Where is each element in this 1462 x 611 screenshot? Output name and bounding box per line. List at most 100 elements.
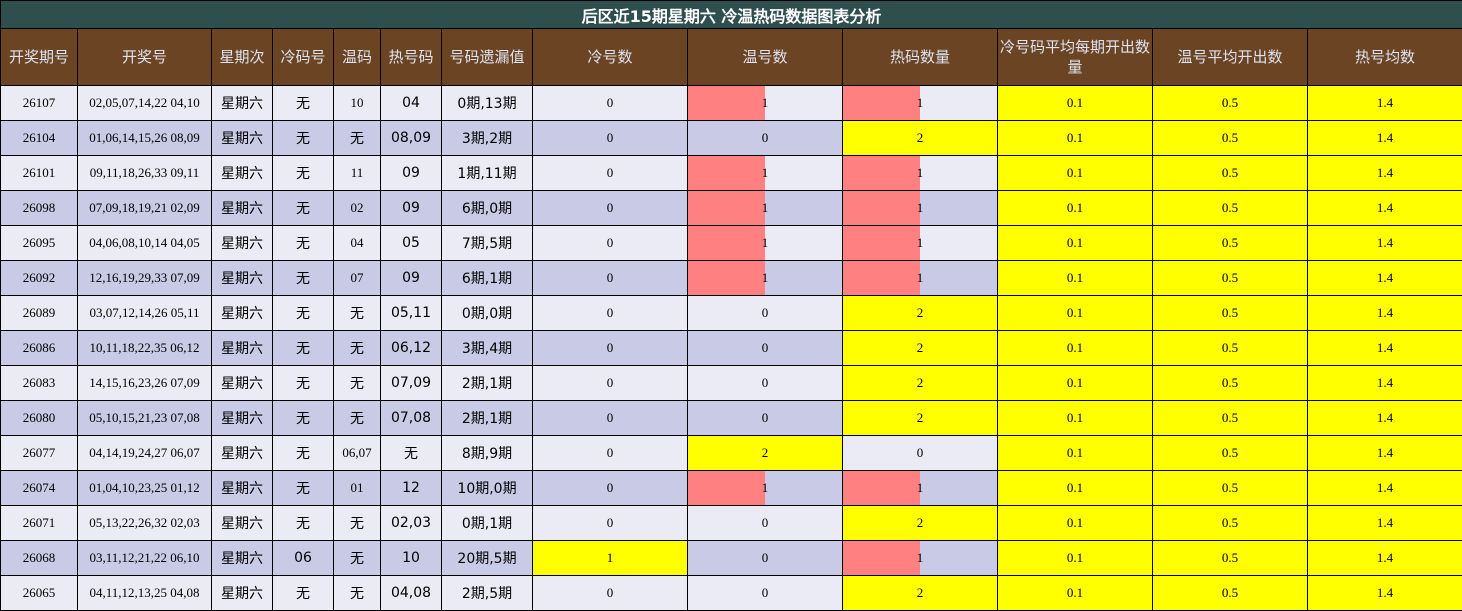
cell-issue: 26083 [0, 365, 78, 401]
cell-weekday: 星期六 [211, 190, 273, 226]
cell-warm-avg: 0.5 [1152, 505, 1308, 541]
cell-hot-count: 1 [842, 190, 998, 226]
cell-numbers: 14,15,16,23,26 07,09 [77, 365, 212, 401]
column-header: 热号均数 [1306, 28, 1462, 86]
cell-numbers: 03,07,12,14,26 05,11 [77, 295, 212, 331]
cell-cold-avg: 0.1 [997, 540, 1153, 576]
cell-omission: 3期,2期 [441, 120, 533, 156]
cell-numbers: 09,11,18,26,33 09,11 [77, 155, 212, 191]
cell-cold: 无 [272, 295, 334, 331]
cell-issue: 26065 [0, 575, 78, 611]
cell-cold: 无 [272, 120, 334, 156]
cell-cold: 无 [272, 400, 334, 436]
table-row: 26086 10,11,18,22,35 06,12 星期六无无 06,12 3期,4期… [0, 330, 1462, 366]
count-value: 1 [916, 200, 924, 215]
cell-warm-avg: 0.5 [1152, 540, 1308, 576]
cell-numbers: 04,11,12,13,25 04,08 [77, 575, 212, 611]
cell-hot-avg: 1.4 [1306, 470, 1462, 506]
column-header: 冷码号 [272, 28, 334, 86]
cell-hot: 06,12 [380, 330, 442, 366]
cell-hot-avg: 1.4 [1306, 155, 1462, 191]
cell-cold-avg: 0.1 [997, 470, 1153, 506]
table-row: 26074 01,04,10,23,25 01,12 星期六无 01 12 10期,0期 0… [0, 470, 1462, 506]
cell-cold-count: 0 [532, 295, 688, 331]
cell-hot: 无 [380, 435, 442, 471]
table-row: 26098 07,09,18,19,21 02,09 星期六无 02 09 6期,0期 0 1… [0, 190, 1462, 226]
cell-weekday: 星期六 [211, 575, 273, 611]
cell-cold-count: 0 [532, 155, 688, 191]
header-row: 开奖期号 开奖号 星期次 冷码号 温码 热号码 号码遗漏值 冷号数 温号数 热码数量 冷号码平均每期… [0, 28, 1462, 86]
cell-cold-avg: 0.1 [997, 365, 1153, 401]
cell-cold-count: 0 [532, 260, 688, 296]
cell-cold-count: 0 [532, 470, 688, 506]
cell-hot-count: 2 [842, 575, 998, 611]
column-header: 开奖期号 [0, 28, 78, 86]
count-value: 1 [916, 550, 924, 565]
cell-cold-avg: 0.1 [997, 225, 1153, 261]
cell-issue: 26089 [0, 295, 78, 331]
cell-weekday: 星期六 [211, 330, 273, 366]
table-row: 26065 04,11,12,13,25 04,08 星期六无无 04,08 2期,5期… [0, 575, 1462, 611]
cell-omission: 6期,1期 [441, 260, 533, 296]
cell-warm-count: 1 [687, 225, 843, 261]
cell-warm: 无 [333, 295, 381, 331]
cell-hot: 12 [380, 470, 442, 506]
cell-hot-count: 1 [842, 260, 998, 296]
cell-weekday: 星期六 [211, 225, 273, 261]
column-header: 热码数量 [842, 28, 998, 86]
cell-hot-count: 2 [842, 295, 998, 331]
cell-hot: 10 [380, 540, 442, 576]
cell-hot-avg: 1.4 [1306, 260, 1462, 296]
cell-numbers: 05,13,22,26,32 02,03 [77, 505, 212, 541]
cell-hot-avg: 1.4 [1306, 540, 1462, 576]
count-value: 1 [761, 165, 769, 180]
cell-issue: 26107 [0, 85, 78, 121]
cell-cold-avg: 0.1 [997, 190, 1153, 226]
cell-cold: 无 [272, 575, 334, 611]
cell-cold: 无 [272, 470, 334, 506]
column-header: 冷号数 [532, 28, 688, 86]
cell-cold: 无 [272, 225, 334, 261]
cell-hot-count: 2 [842, 120, 998, 156]
cell-weekday: 星期六 [211, 260, 273, 296]
table-row: 26068 03,11,12,21,22 06,10 星期六 06 无 10 20期,5期 1… [0, 540, 1462, 576]
cell-hot-count: 2 [842, 505, 998, 541]
cell-omission: 2期,5期 [441, 575, 533, 611]
cell-hot-avg: 1.4 [1306, 225, 1462, 261]
cell-warm-count: 1 [687, 260, 843, 296]
cell-cold: 无 [272, 435, 334, 471]
count-value: 1 [916, 235, 924, 250]
cell-warm: 06,07 [333, 435, 381, 471]
cell-cold-avg: 0.1 [997, 85, 1153, 121]
cell-weekday: 星期六 [211, 365, 273, 401]
cell-cold-count: 0 [532, 505, 688, 541]
count-bar [843, 471, 920, 505]
cell-numbers: 12,16,19,29,33 07,09 [77, 260, 212, 296]
cell-issue: 26092 [0, 260, 78, 296]
cell-omission: 1期,11期 [441, 155, 533, 191]
cell-warm: 无 [333, 540, 381, 576]
cell-warm-count: 2 [687, 435, 843, 471]
cell-warm-avg: 0.5 [1152, 155, 1308, 191]
cell-omission: 10期,0期 [441, 470, 533, 506]
count-value: 1 [761, 200, 769, 215]
cell-issue: 26098 [0, 190, 78, 226]
table-row: 26104 01,06,14,15,26 08,09 星期六无无 08,09 3期,2期… [0, 120, 1462, 156]
cell-weekday: 星期六 [211, 470, 273, 506]
cell-weekday: 星期六 [211, 400, 273, 436]
cell-hot-count: 1 [842, 225, 998, 261]
cell-hot-count: 1 [842, 470, 998, 506]
cell-issue: 26080 [0, 400, 78, 436]
cell-cold-count: 0 [532, 225, 688, 261]
cell-warm-count: 0 [687, 120, 843, 156]
cell-warm-count: 0 [687, 575, 843, 611]
cell-weekday: 星期六 [211, 120, 273, 156]
cell-warm-avg: 0.5 [1152, 260, 1308, 296]
count-bar [688, 471, 765, 505]
cell-cold-count: 0 [532, 190, 688, 226]
cell-numbers: 04,06,08,10,14 04,05 [77, 225, 212, 261]
column-header: 星期次 [211, 28, 273, 86]
cell-cold-avg: 0.1 [997, 155, 1153, 191]
cell-cold-count: 1 [532, 540, 688, 576]
cell-cold-avg: 0.1 [997, 435, 1153, 471]
